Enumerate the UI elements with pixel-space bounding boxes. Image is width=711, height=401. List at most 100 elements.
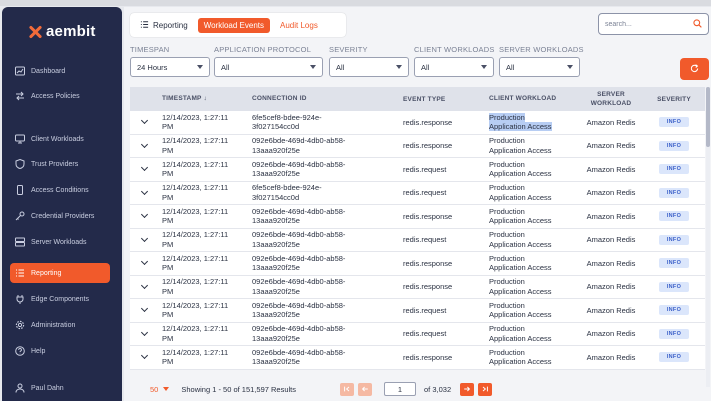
table-row[interactable]: 12/14/2023, 1:27:11 PM 6fe5cef8-bdee-924e-… [130, 181, 705, 205]
refresh-button[interactable] [680, 58, 709, 80]
timestamp-period: PM [162, 239, 174, 249]
last-page-button[interactable] [478, 382, 493, 396]
per-page-select[interactable]: 50 [150, 384, 170, 394]
previous-page-button[interactable] [358, 382, 373, 396]
select-value: 24 Hours [137, 62, 168, 72]
column-header-server-workload[interactable]: SERVER WORKLOAD [579, 90, 643, 108]
expand-row-button[interactable] [130, 187, 158, 195]
client-workload-line: Production [489, 206, 525, 216]
sidebar-item-access-conditions[interactable]: Access Conditions [10, 181, 110, 199]
sidebar-item-client-workloads[interactable]: Client Workloads [10, 130, 110, 148]
client-workload-line: Production [489, 253, 525, 263]
sidebar-item-server-workloads[interactable]: Server Workloads [10, 233, 110, 251]
timestamp-date: 12/14/2023, 1:27:11 [162, 112, 229, 122]
table-row[interactable]: 12/14/2023, 1:27:11 PM 092e6bde-469d-4db0-… [130, 205, 705, 229]
cell-event-type: redis.request [403, 188, 447, 198]
expand-row-button[interactable] [130, 305, 158, 313]
sidebar-user-profile[interactable]: Paul Dahn [10, 379, 110, 397]
client-workload-line: Application Access [489, 145, 552, 155]
client-workload-line: Application Access [489, 310, 552, 320]
sidebar-item-credential-providers[interactable]: Credential Providers [10, 207, 110, 225]
sidebar-item-edge-components[interactable]: Edge Components [10, 290, 110, 308]
connection-id-part: 13aaa920f25e [252, 239, 300, 249]
column-header-client-workload[interactable]: CLIENT WORKLOAD [489, 94, 579, 104]
search-input[interactable] [605, 20, 685, 28]
expand-row-button[interactable] [130, 164, 158, 172]
expand-row-button[interactable] [130, 211, 158, 219]
column-header-severity[interactable]: SEVERITY [643, 96, 705, 103]
page-number-input[interactable] [384, 382, 417, 396]
sidebar-item-access-policies[interactable]: Access Policies [10, 87, 110, 105]
timestamp-period: PM [162, 357, 174, 367]
tab-reporting[interactable]: Reporting [134, 17, 194, 34]
table-row[interactable]: 12/14/2023, 1:27:11 PM 092e6bde-469d-4db0-… [130, 275, 705, 299]
severity-badge: INFO [658, 234, 690, 245]
sidebar-item-dashboard[interactable]: Dashboard [10, 62, 110, 80]
severity-badge: INFO [658, 328, 690, 339]
cell-server-workload: Amazon Redis [586, 211, 636, 221]
server-workloads-select[interactable]: All [499, 57, 580, 77]
tab-audit-logs[interactable]: Audit Logs [274, 18, 324, 33]
table-row[interactable]: 12/14/2023, 1:27:11 PM 092e6bde-469d-4db0-… [130, 158, 705, 182]
column-header-connection-id[interactable]: CONNECTION ID [252, 94, 403, 104]
next-page-button[interactable] [460, 382, 475, 396]
timespan-select[interactable]: 24 Hours [130, 57, 210, 77]
column-header-timestamp[interactable]: TIMESTAMP ↓ [158, 94, 252, 104]
timestamp-date: 12/14/2023, 1:27:11 [162, 206, 229, 216]
per-page-value: 50 [150, 384, 159, 394]
cell-client-workload: Production Application Access [489, 277, 579, 296]
filter-label: SERVER WORKLOADS [499, 45, 584, 54]
cell-connection-id: 092e6bde-469d-4db0-ab58- 13aaa920f25e [252, 207, 403, 226]
cell-client-workload: Production Application Access [489, 207, 579, 226]
connection-id-part: 13aaa920f25e [252, 216, 300, 226]
table-scrollbar[interactable] [706, 87, 710, 387]
expand-row-button[interactable] [130, 258, 158, 266]
connection-id-part: 13aaa920f25e [252, 263, 300, 273]
pagination: 50 Showing 1 - 50 of 151,597 Results of … [130, 377, 705, 401]
connection-id-part: 3f027154cc0d [252, 192, 300, 202]
sidebar: aembit Dashboard Access Policies Client … [2, 7, 122, 401]
sidebar-item-reporting[interactable]: Reporting [10, 263, 110, 283]
expand-row-button[interactable] [130, 328, 158, 336]
table-row[interactable]: 12/14/2023, 1:27:11 PM 092e6bde-469d-4db0-… [130, 322, 705, 346]
expand-row-button[interactable] [130, 140, 158, 148]
table-row[interactable]: 12/14/2023, 1:27:11 PM 092e6bde-469d-4db0-… [130, 228, 705, 252]
cell-severity: INFO [643, 258, 705, 269]
expand-row-button[interactable] [130, 117, 158, 125]
connection-id-part: 092e6bde-469d-4db0-ab58- [252, 253, 346, 263]
logo[interactable]: aembit [28, 23, 96, 40]
sidebar-item-label: Access Conditions [31, 186, 89, 194]
first-page-button[interactable] [340, 382, 355, 396]
chevron-down-icon [310, 65, 316, 69]
connection-id-part: 13aaa920f25e [252, 357, 300, 367]
chevron-down-icon [567, 65, 573, 69]
expand-row-button[interactable] [130, 352, 158, 360]
chevron-down-icon [197, 65, 203, 69]
column-header-event-type[interactable]: EVENT TYPE [403, 96, 489, 103]
tab-workload-events[interactable]: Workload Events [197, 17, 271, 33]
expand-row-button[interactable] [130, 281, 158, 289]
search-icon[interactable] [693, 18, 702, 30]
table-row[interactable]: 12/14/2023, 1:27:11 PM 6fe5cef8-bdee-924e-… [130, 111, 705, 135]
header-label: TIMESTAMP [162, 95, 202, 103]
table-row[interactable]: 12/14/2023, 1:27:11 PM 092e6bde-469d-4db0-… [130, 134, 705, 158]
timestamp-date: 12/14/2023, 1:27:11 [162, 347, 229, 357]
sort-arrow-icon: ↓ [203, 95, 207, 103]
application-protocol-select[interactable]: All [214, 57, 323, 77]
severity-select[interactable]: All [329, 57, 409, 77]
sidebar-item-administration[interactable]: Administration [10, 316, 110, 334]
client-workload-line: Production [489, 112, 525, 122]
connection-id-part: 092e6bde-469d-4db0-ab58- [252, 230, 346, 240]
sidebar-item-help[interactable]: Help [10, 342, 110, 360]
sidebar-item-trust-providers[interactable]: Trust Providers [10, 155, 110, 173]
table-row[interactable]: 12/14/2023, 1:27:11 PM 092e6bde-469d-4db0-… [130, 346, 705, 370]
table-row[interactable]: 12/14/2023, 1:27:11 PM 092e6bde-469d-4db0-… [130, 252, 705, 276]
client-workloads-select[interactable]: All [414, 57, 494, 77]
table-row[interactable]: 12/14/2023, 1:27:11 PM 092e6bde-469d-4db0-… [130, 299, 705, 323]
scrollbar-thumb[interactable] [706, 87, 710, 147]
expand-row-button[interactable] [130, 234, 158, 242]
cell-server-workload: Amazon Redis [586, 117, 636, 127]
list-icon [140, 20, 149, 31]
plug-icon [15, 294, 25, 304]
cell-connection-id: 092e6bde-469d-4db0-ab58- 13aaa920f25e [252, 136, 403, 155]
